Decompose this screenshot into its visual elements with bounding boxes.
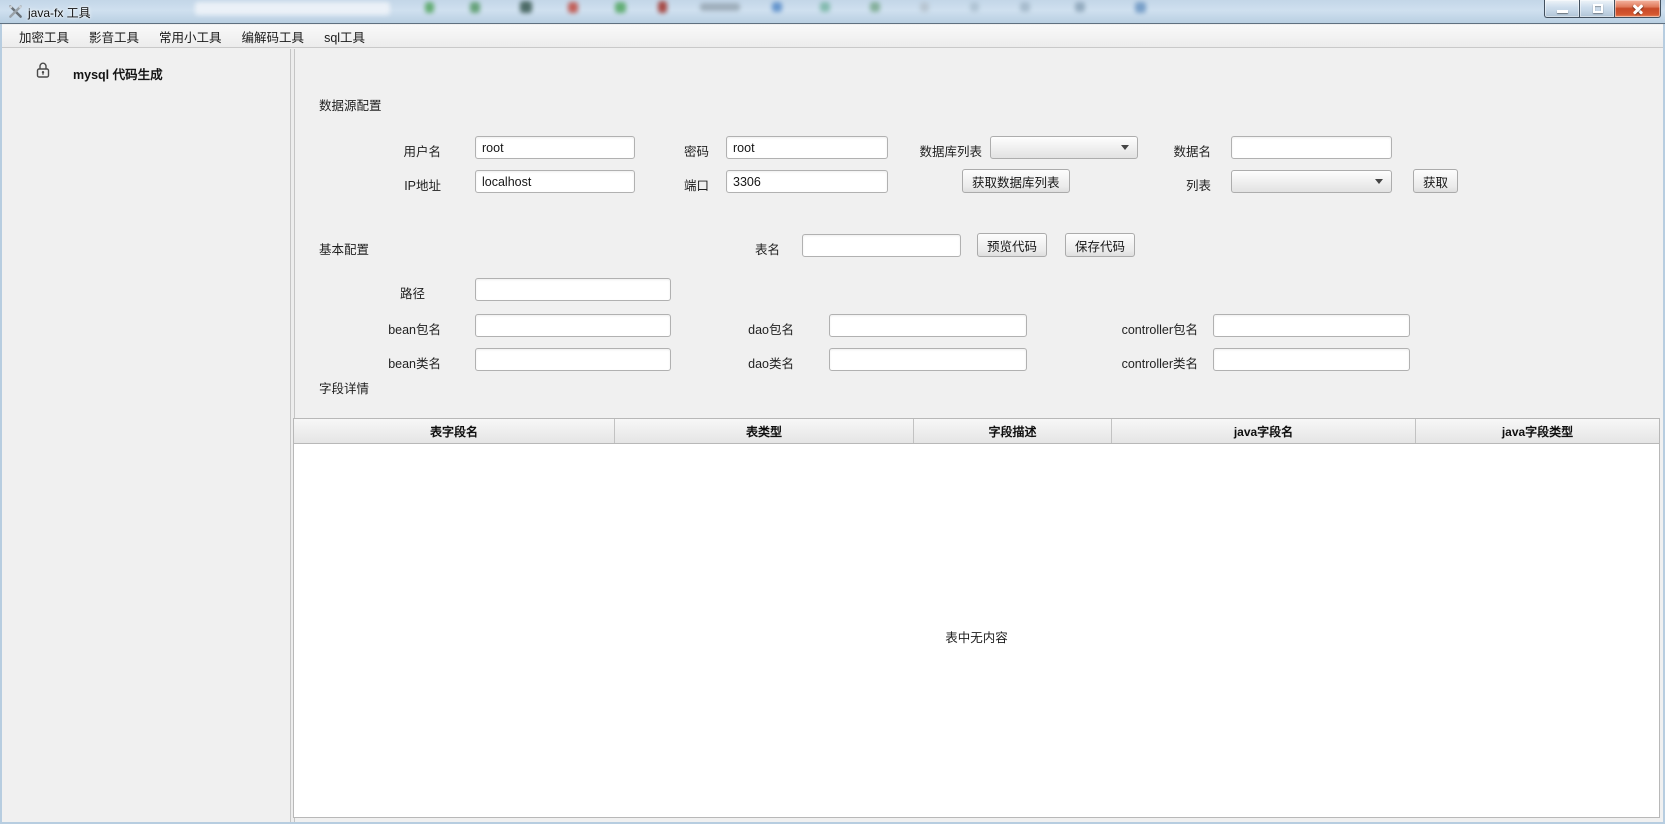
bean-package-input[interactable]	[475, 314, 671, 337]
column-header-table-field-name[interactable]: 表字段名	[294, 419, 615, 443]
glass-blur-decoration	[970, 2, 979, 12]
db-name-input[interactable]	[1231, 136, 1392, 159]
password-input[interactable]	[726, 136, 888, 159]
window-controls	[1544, 0, 1661, 18]
bean-package-label: bean包名	[388, 319, 441, 338]
dao-class-input[interactable]	[829, 348, 1027, 371]
menubar: 加密工具 影音工具 常用小工具 编解码工具 sql工具	[2, 25, 1663, 48]
glass-blur-decoration	[195, 2, 390, 15]
menu-item-sql-tools[interactable]: sql工具	[314, 25, 375, 47]
port-input[interactable]	[726, 170, 888, 193]
app-tools-icon	[8, 4, 23, 19]
sidebar: mysql 代码生成	[2, 49, 290, 822]
table-name-input[interactable]	[802, 234, 961, 257]
glass-blur-decoration	[470, 2, 480, 13]
menu-item-common-utils[interactable]: 常用小工具	[149, 25, 232, 47]
bean-class-label: bean类名	[388, 353, 441, 372]
titlebar: java-fx 工具	[0, 0, 1665, 24]
chevron-down-icon	[1375, 179, 1383, 184]
glass-blur-decoration	[1075, 2, 1085, 12]
section-label-fields-detail: 字段详情	[319, 378, 369, 397]
glass-blur-decoration	[658, 1, 667, 13]
glass-blur-decoration	[772, 2, 782, 12]
lock-icon	[35, 61, 51, 79]
ip-label: IP地址	[404, 175, 441, 194]
section-label-basic: 基本配置	[319, 239, 369, 258]
db-list-label: 数据库列表	[919, 141, 982, 160]
controller-package-input[interactable]	[1213, 314, 1410, 337]
close-button[interactable]	[1614, 0, 1661, 18]
section-label-datasource: 数据源配置	[319, 95, 382, 114]
minimize-icon	[1557, 10, 1568, 13]
maximize-icon	[1593, 4, 1603, 13]
port-label: 端口	[684, 175, 709, 194]
column-header-field-description[interactable]: 字段描述	[914, 419, 1112, 443]
glass-blur-decoration	[820, 2, 830, 12]
menu-item-media-tools[interactable]: 影音工具	[79, 25, 149, 47]
username-input[interactable]	[475, 136, 635, 159]
column-header-java-field-type[interactable]: java字段类型	[1416, 419, 1659, 443]
glass-blur-decoration	[568, 2, 578, 13]
menu-item-codec-tools[interactable]: 编解码工具	[232, 25, 315, 47]
column-header-java-field-name[interactable]: java字段名	[1112, 419, 1416, 443]
username-label: 用户名	[403, 141, 441, 160]
glass-blur-decoration	[870, 2, 880, 12]
window-frame-left	[0, 24, 2, 824]
dao-package-input[interactable]	[829, 314, 1027, 337]
save-code-button[interactable]: 保存代码	[1065, 233, 1135, 257]
fields-table: 表字段名 表类型 字段描述 java字段名 java字段类型 表中无内容	[293, 418, 1660, 818]
bean-class-input[interactable]	[475, 348, 671, 371]
path-input[interactable]	[475, 278, 671, 301]
controller-package-label: controller包名	[1122, 319, 1198, 338]
glass-blur-decoration	[615, 2, 626, 13]
table-list-label: 列表	[1186, 175, 1211, 194]
controller-class-label: controller类名	[1122, 353, 1198, 372]
fetch-button[interactable]: 获取	[1413, 169, 1458, 193]
close-icon	[1632, 3, 1644, 15]
glass-blur-decoration	[1135, 2, 1146, 13]
menu-item-encryption-tools[interactable]: 加密工具	[9, 25, 79, 47]
db-list-combobox[interactable]	[990, 136, 1138, 159]
chevron-down-icon	[1121, 145, 1129, 150]
table-list-combobox[interactable]	[1231, 170, 1392, 193]
dao-package-label: dao包名	[748, 319, 794, 338]
app-window: java-fx 工具 加密工具 影音工具 常用小工具 编解码工具 sql工具	[0, 0, 1665, 824]
glass-blur-decoration	[920, 2, 929, 12]
db-name-label: 数据名	[1173, 141, 1211, 160]
glass-blur-decoration	[520, 1, 532, 13]
preview-code-button[interactable]: 预览代码	[977, 233, 1047, 257]
glass-blur-decoration	[425, 2, 434, 13]
window-title: java-fx 工具	[28, 4, 91, 21]
table-empty-placeholder: 表中无内容	[294, 627, 1659, 646]
sidebar-item-label: mysql 代码生成	[73, 64, 163, 83]
fetch-db-list-button[interactable]: 获取数据库列表	[962, 169, 1070, 193]
maximize-button[interactable]	[1579, 0, 1614, 18]
dao-class-label: dao类名	[748, 353, 794, 372]
controller-class-input[interactable]	[1213, 348, 1410, 371]
column-header-table-type[interactable]: 表类型	[615, 419, 914, 443]
table-header-row: 表字段名 表类型 字段描述 java字段名 java字段类型	[294, 419, 1659, 444]
ip-input[interactable]	[475, 170, 635, 193]
glass-blur-decoration	[1020, 2, 1030, 12]
password-label: 密码	[684, 141, 709, 160]
minimize-button[interactable]	[1544, 0, 1579, 18]
path-label: 路径	[400, 283, 425, 302]
table-name-label: 表名	[755, 239, 780, 258]
sidebar-item-mysql-codegen[interactable]: mysql 代码生成	[2, 55, 290, 85]
glass-blur-decoration	[700, 3, 740, 11]
